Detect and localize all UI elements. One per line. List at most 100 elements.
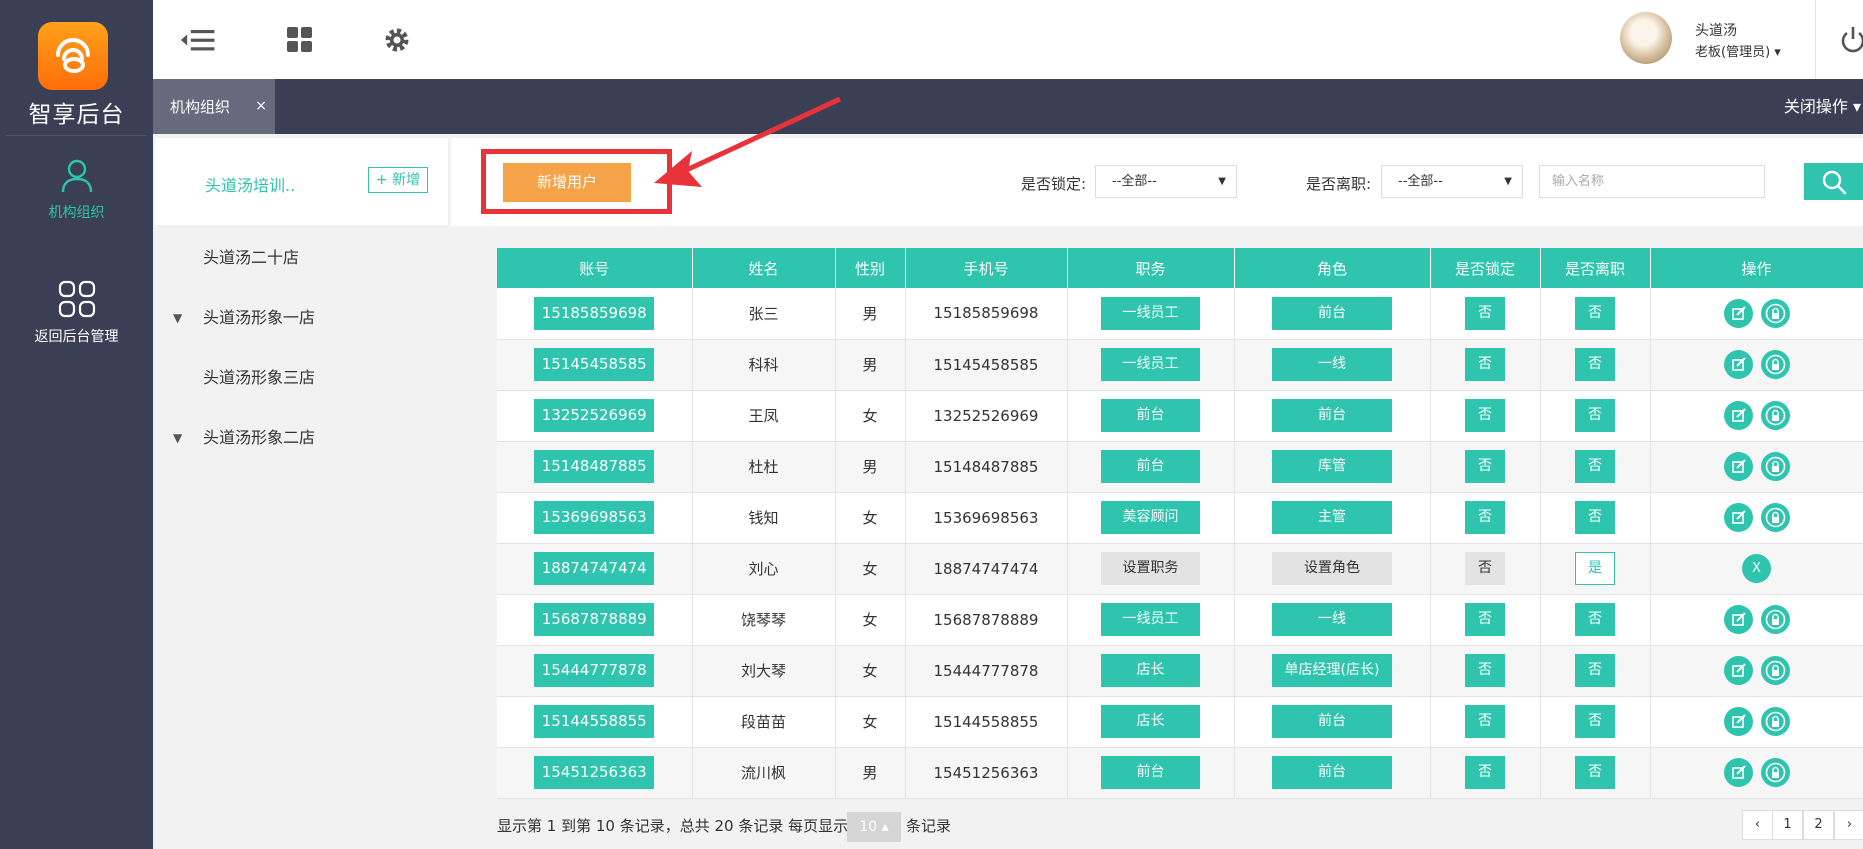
edit-icon[interactable] xyxy=(1723,758,1753,787)
resigned-toggle[interactable]: 否 xyxy=(1575,603,1615,636)
locked-toggle[interactable]: 否 xyxy=(1465,348,1505,381)
edit-icon[interactable] xyxy=(1723,452,1753,481)
position-button[interactable]: 店长 xyxy=(1101,705,1200,738)
account-button[interactable]: 15444777878 xyxy=(534,654,655,687)
role-button[interactable]: 前台 xyxy=(1272,756,1392,789)
lock-icon[interactable] xyxy=(1760,707,1790,736)
locked-toggle[interactable]: 否 xyxy=(1465,552,1505,585)
pager-page-1[interactable]: 1 xyxy=(1772,810,1803,840)
account-button[interactable]: 13252526969 xyxy=(534,399,655,432)
new-user-button[interactable]: 新增用户 xyxy=(503,163,631,202)
account-button[interactable]: 15185859698 xyxy=(534,296,655,330)
resigned-toggle[interactable]: 否 xyxy=(1575,450,1615,483)
grid-icon[interactable] xyxy=(280,22,320,58)
resigned-toggle[interactable]: 否 xyxy=(1575,399,1615,432)
position-button[interactable]: 一线员工 xyxy=(1101,296,1200,330)
position-button[interactable]: 一线员工 xyxy=(1101,348,1200,381)
role-button[interactable]: 单店经理(店长) xyxy=(1272,654,1392,687)
account-button[interactable]: 18874747474 xyxy=(534,552,655,585)
gear-icon[interactable] xyxy=(377,22,417,58)
pager-next[interactable]: › xyxy=(1834,810,1863,840)
edit-icon[interactable] xyxy=(1723,605,1753,634)
locked-toggle[interactable]: 否 xyxy=(1465,603,1505,636)
role-button[interactable]: 一线 xyxy=(1272,348,1392,381)
menu-collapse-icon[interactable] xyxy=(179,22,219,58)
role-button[interactable]: 主管 xyxy=(1272,501,1392,534)
locked-toggle[interactable]: 否 xyxy=(1465,450,1505,483)
locked-toggle[interactable]: 否 xyxy=(1465,654,1505,687)
edit-icon[interactable] xyxy=(1723,401,1753,430)
locked-toggle[interactable]: 否 xyxy=(1465,501,1505,534)
position-button[interactable]: 美容顾问 xyxy=(1101,501,1200,534)
tree-node[interactable]: 头道汤二十店 xyxy=(155,238,448,278)
role-button[interactable]: 库管 xyxy=(1272,450,1392,483)
org-root-title[interactable]: 头道汤培训.. xyxy=(205,172,295,196)
locked-toggle[interactable]: 否 xyxy=(1465,705,1505,738)
page-size-select[interactable]: 10 ▴ xyxy=(847,812,901,842)
resigned-toggle[interactable]: 否 xyxy=(1575,296,1615,330)
tree-node[interactable]: ▼ 头道汤形象一店 xyxy=(155,298,448,338)
lock-icon[interactable] xyxy=(1760,298,1790,328)
cell-gender: 女 xyxy=(835,594,906,646)
sidebar-item-org[interactable]: 机构组织 xyxy=(0,158,153,222)
role-button[interactable]: 一线 xyxy=(1272,603,1392,636)
add-org-button[interactable]: + 新增 xyxy=(368,167,428,193)
position-button[interactable]: 前台 xyxy=(1101,399,1200,432)
lock-icon[interactable] xyxy=(1760,656,1790,685)
edit-icon[interactable] xyxy=(1723,298,1753,328)
account-button[interactable]: 15145458585 xyxy=(534,348,655,381)
position-button[interactable]: 前台 xyxy=(1101,756,1200,789)
position-button[interactable]: 店长 xyxy=(1101,654,1200,687)
lock-icon[interactable] xyxy=(1760,401,1790,430)
expand-arrow-icon[interactable]: ▼ xyxy=(173,418,182,458)
close-operations-dropdown[interactable]: 关闭操作 ▾ xyxy=(1784,79,1863,134)
edit-icon[interactable] xyxy=(1723,503,1753,532)
account-button[interactable]: 15451256363 xyxy=(534,756,655,789)
resigned-toggle[interactable]: 否 xyxy=(1575,756,1615,789)
resigned-toggle[interactable]: 否 xyxy=(1575,348,1615,381)
remove-icon[interactable]: X xyxy=(1742,554,1771,583)
lock-icon[interactable] xyxy=(1760,758,1790,787)
tree-node[interactable]: ▼ 头道汤形象二店 xyxy=(155,418,448,458)
edit-icon[interactable] xyxy=(1723,707,1753,736)
position-button[interactable]: 一线员工 xyxy=(1101,603,1200,636)
pager-page-2[interactable]: 2 xyxy=(1803,810,1834,840)
lock-icon[interactable] xyxy=(1760,503,1790,532)
lock-icon[interactable] xyxy=(1760,350,1790,379)
account-button[interactable]: 15144558855 xyxy=(534,705,655,738)
tree-node[interactable]: 头道汤形象三店 xyxy=(155,358,448,398)
user-role-dropdown[interactable]: 老板(管理员) ▾ xyxy=(1695,41,1781,60)
account-button[interactable]: 15148487885 xyxy=(534,450,655,483)
lock-icon[interactable] xyxy=(1760,452,1790,481)
locked-toggle[interactable]: 否 xyxy=(1465,756,1505,789)
resigned-toggle[interactable]: 否 xyxy=(1575,501,1615,534)
resigned-toggle[interactable]: 否 xyxy=(1575,654,1615,687)
role-button[interactable]: 前台 xyxy=(1272,296,1392,330)
role-button[interactable]: 设置角色 xyxy=(1272,552,1392,585)
position-button[interactable]: 设置职务 xyxy=(1101,552,1200,585)
caret-down-icon: ▼ xyxy=(1218,176,1226,187)
locked-toggle[interactable]: 否 xyxy=(1465,399,1505,432)
search-input[interactable] xyxy=(1539,165,1765,198)
position-button[interactable]: 前台 xyxy=(1101,450,1200,483)
role-button[interactable]: 前台 xyxy=(1272,705,1392,738)
search-button[interactable] xyxy=(1804,163,1863,200)
tab-org[interactable]: 机构组织 × xyxy=(153,79,275,134)
lock-icon[interactable] xyxy=(1760,605,1790,634)
account-button[interactable]: 15369698563 xyxy=(534,501,655,534)
locked-filter-select[interactable]: --全部-- ▼ xyxy=(1095,165,1237,198)
power-icon[interactable] xyxy=(1840,26,1863,58)
role-button[interactable]: 前台 xyxy=(1272,399,1392,432)
resigned-toggle[interactable]: 否 xyxy=(1575,705,1615,738)
resigned-filter-select[interactable]: --全部-- ▼ xyxy=(1381,165,1523,198)
resigned-toggle[interactable]: 是 xyxy=(1575,552,1615,585)
pager-prev[interactable]: ‹ xyxy=(1742,810,1773,840)
edit-icon[interactable] xyxy=(1723,350,1753,379)
account-button[interactable]: 15687878889 xyxy=(534,603,655,636)
sidebar-item-back-admin[interactable]: 返回后台管理 xyxy=(0,280,153,346)
avatar[interactable] xyxy=(1620,12,1672,64)
expand-arrow-icon[interactable]: ▼ xyxy=(173,298,182,338)
edit-icon[interactable] xyxy=(1723,656,1753,685)
close-icon[interactable]: × xyxy=(255,98,267,114)
locked-toggle[interactable]: 否 xyxy=(1465,296,1505,330)
